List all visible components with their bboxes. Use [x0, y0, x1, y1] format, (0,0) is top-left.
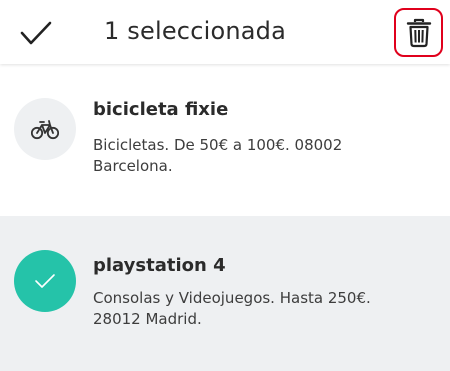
confirm-selection-button[interactable]	[20, 18, 52, 48]
screen: 1 seleccionada bicicleta fixie Bicicleta…	[0, 0, 450, 371]
alert-title: playstation 4	[93, 255, 226, 276]
selected-avatar	[14, 250, 76, 312]
checkmark-icon	[20, 21, 52, 45]
alert-title: bicicleta fixie	[93, 99, 229, 120]
alert-item-selected[interactable]: playstation 4 Consolas y Videojuegos. Ha…	[0, 216, 450, 371]
selection-toolbar: 1 seleccionada	[0, 0, 450, 64]
alert-description: Consolas y Videojuegos. Hasta 250€. 2801…	[93, 289, 371, 328]
selection-count-title: 1 seleccionada	[104, 17, 287, 45]
alert-description: Bicicletas. De 50€ a 100€. 08002 Barcelo…	[93, 136, 343, 175]
trash-icon	[406, 18, 431, 47]
delete-button[interactable]	[394, 8, 443, 57]
check-icon	[35, 274, 55, 288]
bicycle-icon	[31, 120, 59, 140]
alert-item[interactable]: bicicleta fixie Bicicletas. De 50€ a 100…	[0, 64, 450, 216]
alert-avatar	[14, 98, 76, 160]
